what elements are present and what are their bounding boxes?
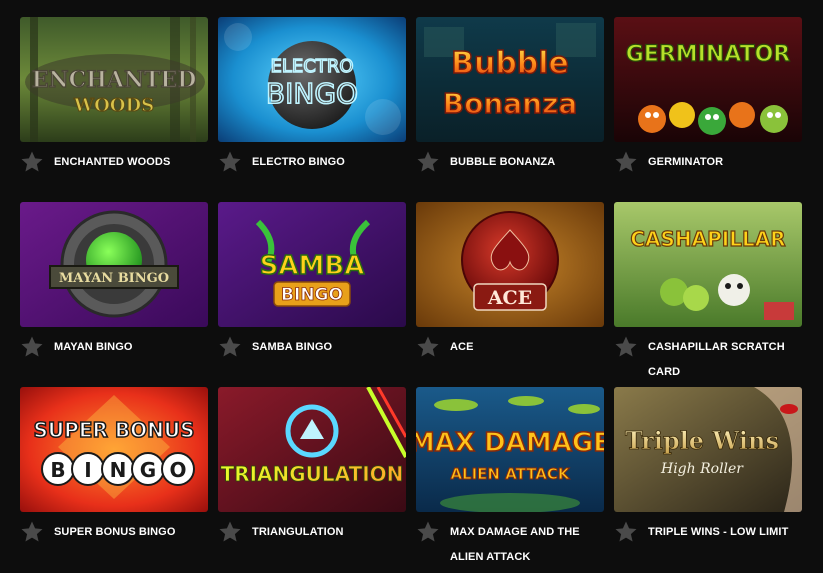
svg-text:Bonanza: Bonanza xyxy=(443,87,578,120)
favorite-star-icon[interactable] xyxy=(416,335,440,359)
game-title[interactable]: SUPER BONUS BINGO xyxy=(54,520,176,545)
game-title[interactable]: SAMBA BINGO xyxy=(252,335,332,360)
favorite-star-icon[interactable] xyxy=(218,335,242,359)
game-thumbnail-triple-wins[interactable]: Triple Wins High Roller xyxy=(614,387,802,512)
svg-text:N: N xyxy=(110,458,127,482)
favorite-star-icon[interactable] xyxy=(218,150,242,174)
svg-text:GERMINATOR: GERMINATOR xyxy=(626,42,791,67)
game-tile: GERMINATOR GERMINATOR xyxy=(614,17,802,202)
game-thumbnail-bubble-bonanza[interactable]: Bubble Bonanza xyxy=(416,17,604,142)
svg-text:WOODS: WOODS xyxy=(73,95,154,116)
game-title[interactable]: MAYAN BINGO xyxy=(54,335,133,360)
game-thumbnail-max-damage[interactable]: MAX DAMAGE ALIEN ATTACK xyxy=(416,387,604,512)
game-title[interactable]: ACE xyxy=(450,335,474,360)
svg-text:ACE: ACE xyxy=(487,287,532,309)
favorite-star-icon[interactable] xyxy=(614,150,638,174)
svg-text:TRIANGULATION: TRIANGULATION xyxy=(221,462,404,486)
game-tile: Triple Wins High Roller TRIPLE WINS - LO… xyxy=(614,387,802,572)
favorite-star-icon[interactable] xyxy=(614,335,638,359)
favorite-star-icon[interactable] xyxy=(218,520,242,544)
svg-text:ENCHANTED: ENCHANTED xyxy=(32,67,197,93)
game-thumbnail-samba-bingo[interactable]: SAMBA BINGO xyxy=(218,202,406,327)
game-title[interactable]: CASHAPILLAR SCRATCH CARD xyxy=(648,335,802,385)
game-title[interactable]: BUBBLE BONANZA xyxy=(450,150,555,175)
svg-text:SAMBA: SAMBA xyxy=(260,251,365,281)
game-thumbnail-super-bonus-bingo[interactable]: SUPER BONUS B I N G O xyxy=(20,387,208,512)
game-thumbnail-ace[interactable]: ACE xyxy=(416,202,604,327)
game-title[interactable]: MAX DAMAGE AND THE ALIEN ATTACK xyxy=(450,520,604,570)
game-tile: MAX DAMAGE ALIEN ATTACK MAX DAMAGE AND T… xyxy=(416,387,604,572)
svg-text:CASHAPILLAR: CASHAPILLAR xyxy=(630,227,785,251)
favorite-star-icon[interactable] xyxy=(614,520,638,544)
game-tile: CASHAPILLAR CASHAPILLAR SCRATCH CARD xyxy=(614,202,802,387)
svg-text:ELECTRO: ELECTRO xyxy=(270,56,353,77)
game-tile: SAMBA BINGO SAMBA BINGO xyxy=(218,202,406,387)
game-thumbnail-germinator[interactable]: GERMINATOR xyxy=(614,17,802,142)
svg-text:O: O xyxy=(169,458,186,482)
svg-text:SUPER BONUS: SUPER BONUS xyxy=(34,418,195,442)
svg-text:B: B xyxy=(50,458,65,482)
game-title[interactable]: TRIANGULATION xyxy=(252,520,344,545)
favorite-star-icon[interactable] xyxy=(416,150,440,174)
game-thumbnail-triangulation[interactable]: TRIANGULATION xyxy=(218,387,406,512)
game-title[interactable]: GERMINATOR xyxy=(648,150,723,175)
svg-text:BINGO: BINGO xyxy=(281,285,343,305)
favorite-star-icon[interactable] xyxy=(20,150,44,174)
game-grid: ENCHANTED WOODS ENCHANTED WOODS ELECTRO … xyxy=(20,17,802,572)
game-thumbnail-enchanted-woods[interactable]: ENCHANTED WOODS xyxy=(20,17,208,142)
game-tile: ACE ACE xyxy=(416,202,604,387)
game-tile: SUPER BONUS B I N G O SUPER BONUS BINGO xyxy=(20,387,208,572)
game-tile: MAYAN BINGO MAYAN BINGO xyxy=(20,202,208,387)
game-tile: ELECTRO BINGO ELECTRO BINGO xyxy=(218,17,406,202)
game-tile: TRIANGULATION TRIANGULATION xyxy=(218,387,406,572)
svg-text:High Roller: High Roller xyxy=(660,461,744,477)
svg-text:G: G xyxy=(140,458,156,482)
game-tile: Bubble Bonanza BUBBLE BONANZA xyxy=(416,17,604,202)
svg-text:ALIEN ATTACK: ALIEN ATTACK xyxy=(450,465,570,483)
game-tile: ENCHANTED WOODS ENCHANTED WOODS xyxy=(20,17,208,202)
svg-text:BINGO: BINGO xyxy=(266,77,358,110)
svg-text:Bubble: Bubble xyxy=(451,46,569,81)
game-title[interactable]: ENCHANTED WOODS xyxy=(54,150,170,175)
game-title[interactable]: TRIPLE WINS - LOW LIMIT xyxy=(648,520,788,545)
favorite-star-icon[interactable] xyxy=(20,335,44,359)
svg-text:Triple Wins: Triple Wins xyxy=(625,426,779,455)
game-thumbnail-electro-bingo[interactable]: ELECTRO BINGO xyxy=(218,17,406,142)
svg-text:MAX DAMAGE: MAX DAMAGE xyxy=(416,428,604,458)
favorite-star-icon[interactable] xyxy=(20,520,44,544)
game-title[interactable]: ELECTRO BINGO xyxy=(252,150,345,175)
game-thumbnail-mayan-bingo[interactable]: MAYAN BINGO xyxy=(20,202,208,327)
favorite-star-icon[interactable] xyxy=(416,520,440,544)
svg-text:MAYAN BINGO: MAYAN BINGO xyxy=(59,271,169,286)
game-thumbnail-cashapillar[interactable]: CASHAPILLAR xyxy=(614,202,802,327)
svg-text:I: I xyxy=(84,458,91,482)
